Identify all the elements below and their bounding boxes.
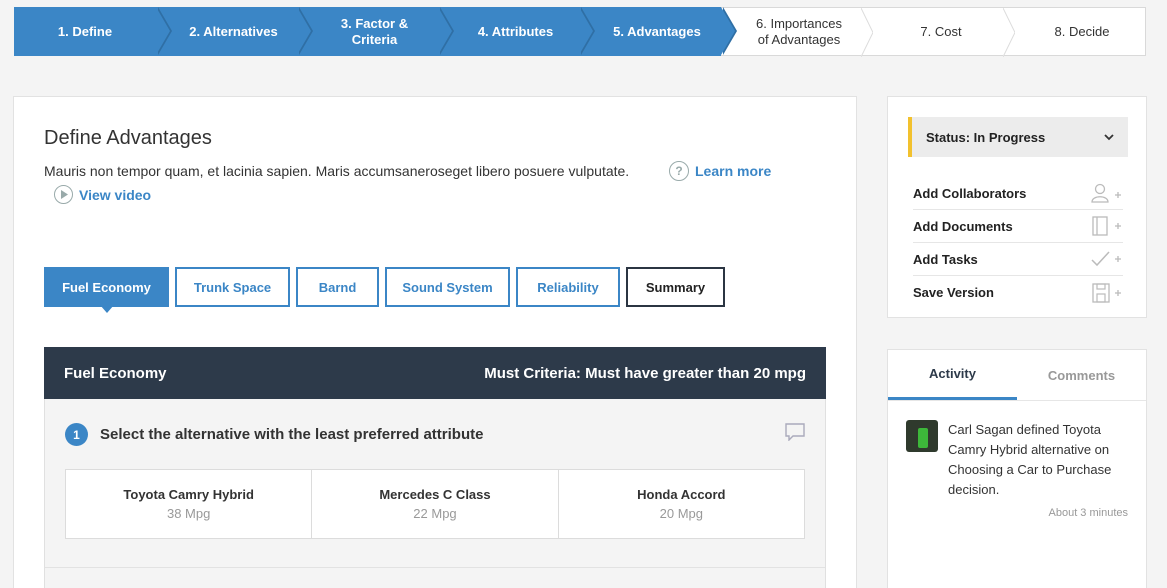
chevron-down-icon xyxy=(1104,133,1114,140)
add-document-icon xyxy=(1092,216,1121,236)
step-decide[interactable]: 8. Decide xyxy=(1005,7,1146,56)
step-alternatives[interactable]: 2. Alternatives xyxy=(156,7,313,56)
tab-reliability[interactable]: Reliability xyxy=(516,267,620,307)
view-video-label: View video xyxy=(79,186,152,203)
alternative-value: 22 Mpg xyxy=(413,506,457,521)
tab-sound-system[interactable]: Sound System xyxy=(385,267,510,307)
help-icon: ? xyxy=(669,161,689,181)
alternative-name: Honda Accord xyxy=(637,487,726,502)
alternative-option[interactable]: Mercedes C Class 22 Mpg xyxy=(312,470,559,538)
add-task-icon xyxy=(1091,251,1121,267)
step-importances[interactable]: 6. Importances of Advantages xyxy=(721,7,873,57)
action-label: Add Tasks xyxy=(913,251,978,267)
criterion-body: 1 Select the alternative with the least … xyxy=(44,399,826,588)
step-label: 2. Alternatives xyxy=(189,23,278,39)
play-icon xyxy=(54,185,73,204)
save-version-button[interactable]: Save Version xyxy=(913,276,1123,309)
action-label: Add Documents xyxy=(913,218,1013,234)
status-dropdown[interactable]: Status: In Progress xyxy=(908,117,1128,157)
page-description: Mauris non tempor quam, et lacinia sapie… xyxy=(44,163,630,179)
alternative-name: Mercedes C Class xyxy=(379,487,491,502)
view-video-link[interactable]: View video xyxy=(54,185,151,204)
step-attributes[interactable]: 4. Attributes xyxy=(438,7,595,56)
question-row: 1 Select the alternative with the least … xyxy=(65,423,483,446)
tab-barnd[interactable]: Barnd xyxy=(296,267,379,307)
alternatives-list: Toyota Camry Hybrid 38 Mpg Mercedes C Cl… xyxy=(65,469,805,539)
learn-more-label: Learn more xyxy=(695,163,772,179)
must-criteria: Must Criteria: Must have greater than 20… xyxy=(484,364,806,382)
tab-fuel-economy[interactable]: Fuel Economy xyxy=(44,267,169,313)
alternative-option[interactable]: Honda Accord 20 Mpg xyxy=(559,470,804,538)
activity-panel: Activity Comments Carl Sagan defined Toy… xyxy=(887,349,1147,588)
activity-timestamp: About 3 minutes xyxy=(1048,507,1129,519)
criterion-header: Fuel Economy Must Criteria: Must have gr… xyxy=(44,347,826,399)
alternative-value: 38 Mpg xyxy=(166,506,211,521)
step-label: 3. Factor & Criteria xyxy=(340,15,409,47)
tab-activity[interactable]: Activity xyxy=(888,350,1017,400)
tab-summary[interactable]: Summary xyxy=(626,267,725,307)
alternative-option[interactable]: Toyota Camry Hybrid 38 Mpg xyxy=(66,470,313,538)
save-icon xyxy=(1092,282,1121,303)
alternative-name: Toyota Camry Hybrid xyxy=(123,487,254,502)
action-label: Save Version xyxy=(913,285,994,300)
step-factor-criteria[interactable]: 3. Factor & Criteria xyxy=(297,7,454,56)
add-documents-button[interactable]: Add Documents xyxy=(913,210,1123,243)
activity-tabs: Activity Comments xyxy=(888,350,1146,401)
step-label: 1. Define xyxy=(57,23,113,39)
alternative-value: 20 Mpg xyxy=(659,506,703,521)
activity-item: Carl Sagan defined Toyota Camry Hybrid a… xyxy=(906,420,1128,500)
page-title: Define Advantages xyxy=(44,127,212,149)
decision-actions-panel: Status: In Progress Add Collaborators Ad… xyxy=(887,96,1147,318)
step-advantages[interactable]: 5. Advantages xyxy=(579,7,737,56)
progress-steps: 1. Define 2. Alternatives 3. Factor & Cr… xyxy=(14,7,1146,57)
actions-list: Add Collaborators Add Documents Add Task… xyxy=(913,177,1123,309)
add-tasks-button[interactable]: Add Tasks xyxy=(913,243,1123,276)
add-user-icon xyxy=(1091,183,1121,203)
step-label: 6. Importances of Advantages xyxy=(756,15,842,47)
tab-comments[interactable]: Comments xyxy=(1017,350,1146,400)
avatar xyxy=(906,420,938,452)
learn-more-link[interactable]: ? Learn more xyxy=(669,161,771,181)
activity-text: Carl Sagan defined Toyota Camry Hybrid a… xyxy=(948,422,1112,497)
add-collaborators-button[interactable]: Add Collaborators xyxy=(913,177,1123,210)
define-advantages-panel: Define Advantages Mauris non tempor quam… xyxy=(13,96,857,588)
step-label: 7. Cost xyxy=(920,23,962,39)
divider xyxy=(45,567,825,568)
step-label: 4. Attributes xyxy=(477,23,554,39)
factor-tabs: Fuel Economy Trunk Space Barnd Sound Sys… xyxy=(44,267,725,313)
criterion-name: Fuel Economy xyxy=(64,364,167,382)
step-cost[interactable]: 7. Cost xyxy=(863,7,1015,57)
tab-trunk-space[interactable]: Trunk Space xyxy=(175,267,290,307)
question-number: 1 xyxy=(65,423,88,446)
status-label: Status: In Progress xyxy=(926,129,1046,145)
step-label: 5. Advantages xyxy=(613,23,701,39)
comment-icon[interactable] xyxy=(785,423,805,441)
step-label: 8. Decide xyxy=(1054,23,1110,39)
action-label: Add Collaborators xyxy=(913,185,1027,201)
question-text: Select the alternative with the least pr… xyxy=(100,426,484,443)
step-define[interactable]: 1. Define xyxy=(14,7,172,56)
